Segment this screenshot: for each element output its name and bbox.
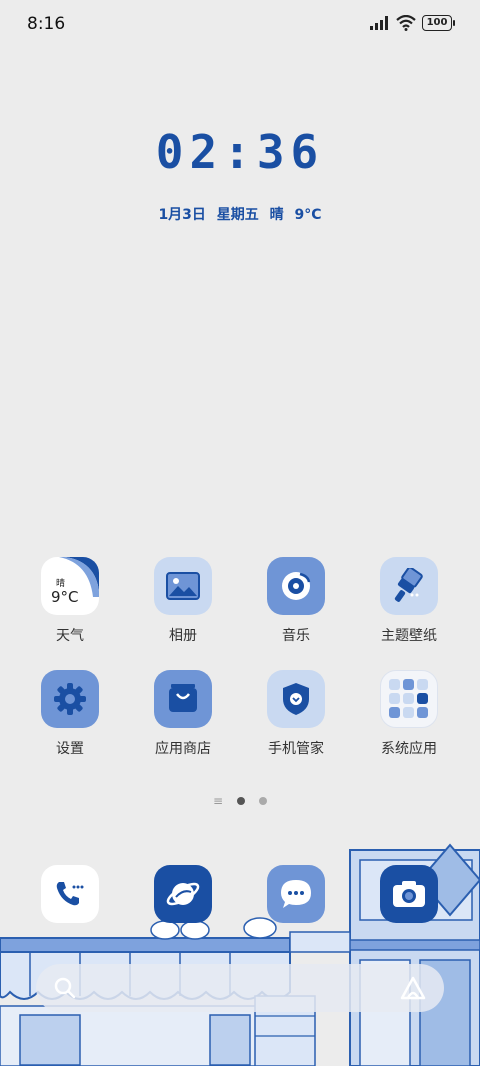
status-time: 8:16 [27,14,66,34]
app-security[interactable]: 手机管家 [246,670,346,758]
temperature: 9°C [294,207,322,223]
folder-icon [380,670,438,728]
paint-brush-icon [380,557,438,615]
music-icon [267,557,325,615]
date-line: 1月3日 星期五 晴 9°C [0,204,480,224]
status-bar: 8:16 100 [0,0,480,50]
app-settings[interactable]: 设置 [20,670,120,758]
shopping-bag-icon [154,670,212,728]
planet-icon [154,865,212,923]
widget-temp: 9°C [51,588,79,606]
chat-icon [267,865,325,923]
dock-camera[interactable] [359,865,459,923]
status-icons: 100 [370,15,455,31]
weather-icon: 晴 9°C [41,557,99,615]
search-icon [54,977,76,999]
app-label: 应用商店 [155,741,211,757]
app-label: 相册 [169,628,197,644]
page-indicator[interactable]: ≡ [0,795,480,807]
dock-phone[interactable] [20,865,120,923]
weather: 晴 [269,207,284,223]
battery-icon: 100 [422,15,455,31]
dock-browser[interactable] [133,865,233,923]
gear-icon [41,670,99,728]
app-label: 系统应用 [381,741,437,757]
app-label: 设置 [56,741,84,757]
app-label: 手机管家 [268,741,324,757]
app-folder-system[interactable]: 系统应用 [359,670,459,758]
app-themes[interactable]: 主题壁纸 [359,557,459,645]
date: 1月3日 [158,207,206,223]
camera-icon [380,865,438,923]
wifi-icon [396,15,416,31]
assistant-icon[interactable] [400,976,426,1000]
app-weather[interactable]: 晴 9°C 天气 [20,557,120,645]
app-gallery[interactable]: 相册 [133,557,233,645]
app-music[interactable]: 音乐 [246,557,346,645]
signal-icon [370,16,388,30]
wallpaper-illustration [0,843,480,1066]
app-label: 主题壁纸 [381,628,437,644]
weekday: 星期五 [216,207,259,223]
shield-icon [267,670,325,728]
app-label: 天气 [56,628,84,644]
phone-icon [41,865,99,923]
app-store[interactable]: 应用商店 [133,670,233,758]
page-dot-active[interactable] [237,797,246,805]
page-dot[interactable] [259,797,268,805]
gallery-icon [154,557,212,615]
menu-lines-icon[interactable]: ≡ [213,795,223,807]
clock-time[interactable]: 02:36 [0,125,480,179]
app-label: 音乐 [282,628,310,644]
search-bar[interactable] [36,964,444,1012]
dock-messages[interactable] [246,865,346,923]
